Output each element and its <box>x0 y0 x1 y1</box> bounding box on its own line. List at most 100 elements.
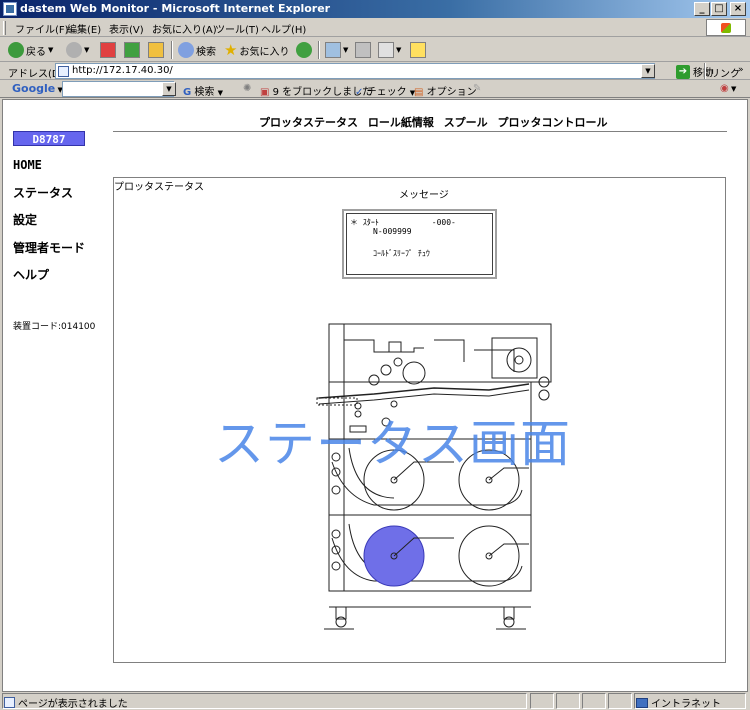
page-content: D8787 プロッタステータス ロール紙情報 スプール プロッタコントロール H… <box>2 99 748 692</box>
plotter-diagram <box>316 323 552 630</box>
message-box: ＊ ｽﾀｰﾄ -000- N-009999 ｺｰﾙﾄﾞｽﾘｰﾌﾟ ﾁｭｳ <box>342 209 497 279</box>
sidenav-settings[interactable]: 設定 <box>13 211 37 228</box>
refresh-button[interactable] <box>124 41 140 59</box>
print-button[interactable] <box>355 41 371 59</box>
go-arrow-icon: ➔ <box>676 64 690 79</box>
security-zone: イントラネット <box>636 695 721 710</box>
standard-toolbar: 戻る ▼ ▼ 検索 ★ お気に入り ▼ ▼ <box>0 38 750 62</box>
google-search-label: 検索 <box>194 87 215 98</box>
status-cell <box>608 693 632 709</box>
search-icon <box>178 42 194 58</box>
title-bar: dastem Web Monitor - Microsoft Internet … <box>0 0 750 18</box>
go-button[interactable]: ➔ 移動 <box>676 64 713 79</box>
menu-file[interactable]: ファイル(F) <box>15 21 69 36</box>
window-title: dastem Web Monitor - Microsoft Internet … <box>20 2 331 15</box>
google-g-icon: G <box>183 87 192 98</box>
windows-logo-icon <box>706 19 746 36</box>
device-logo: D8787 <box>13 131 85 146</box>
address-input[interactable]: http://172.17.40.30/ <box>55 63 655 79</box>
nav-divider <box>113 131 727 132</box>
menu-tools[interactable]: ツール(T) <box>215 21 259 36</box>
nav-spool[interactable]: スプール <box>444 116 488 129</box>
home-icon <box>148 42 164 58</box>
intranet-icon <box>636 697 648 708</box>
back-button[interactable]: 戻る ▼ <box>8 41 53 59</box>
message-title: メッセージ <box>399 190 449 201</box>
forward-arrow-icon <box>66 42 82 58</box>
message-line: ｺｰﾙﾄﾞｽﾘｰﾌﾟ ﾁｭｳ <box>373 249 430 258</box>
toolbar-separator <box>704 63 706 79</box>
pagerank-icon[interactable]: ✺ <box>243 83 251 94</box>
edit-button[interactable]: ▼ <box>378 41 401 59</box>
roll-unit-2-outline <box>328 514 532 592</box>
sidenav-status[interactable]: ステータス <box>13 184 73 201</box>
menu-bar: ファイル(F) 編集(E) 表示(V) お気に入り(A) ツール(T) ヘルプ(… <box>0 18 750 37</box>
address-dropdown-icon[interactable]: ▼ <box>641 64 655 78</box>
edit-icon <box>378 42 394 58</box>
chevron-right-icon[interactable]: » <box>738 65 744 75</box>
stop-button[interactable] <box>100 41 116 59</box>
back-label: 戻る <box>26 46 46 58</box>
back-arrow-icon <box>8 42 24 58</box>
highlight-pen-icon[interactable]: ✎ <box>473 83 481 94</box>
sidenav-admin-mode[interactable]: 管理者モード <box>13 239 85 256</box>
note-icon <box>410 42 426 58</box>
home-button[interactable] <box>148 41 164 59</box>
status-cell <box>556 693 580 709</box>
menu-grip <box>3 21 6 35</box>
history-button[interactable] <box>296 41 312 59</box>
menu-edit[interactable]: 編集(E) <box>67 21 101 36</box>
search-button[interactable]: 検索 <box>178 41 216 59</box>
chevron-down-icon: ▼ <box>84 46 90 54</box>
google-search-dropdown-icon[interactable]: ▼ <box>162 82 176 96</box>
links-button[interactable]: リンク <box>710 65 740 80</box>
spellcheck-button[interactable]: ✓ チェック ▼ <box>355 83 415 98</box>
close-button[interactable]: × <box>730 2 746 16</box>
minimize-button[interactable]: _ <box>694 2 710 16</box>
chevron-down-icon: ▼ <box>343 46 349 54</box>
sidenav-help[interactable]: ヘルプ <box>13 266 49 283</box>
upper-unit-outline <box>328 323 552 383</box>
menu-favorites[interactable]: お気に入り(A) <box>152 21 217 36</box>
google-toolbar: Google ▼ ▼ G 検索 ▼ ✺ ▣ 9 をブロックしました ✓ チェック… <box>0 80 750 98</box>
sidenav-home[interactable]: HOME <box>13 158 42 172</box>
status-cell <box>582 693 606 709</box>
nav-roll-paper-info[interactable]: ロール紙情報 <box>368 116 434 129</box>
google-search-button[interactable]: G 検索 ▼ <box>183 83 223 98</box>
chevron-down-icon: ▼ <box>217 89 223 97</box>
status-bar: ページが表示されました イントラネット <box>0 692 750 710</box>
mail-button[interactable]: ▼ <box>325 41 348 59</box>
toolbar-separator <box>171 41 173 59</box>
google-logo-text: Google <box>12 82 56 95</box>
options-label: オプション <box>426 87 477 98</box>
ie-app-icon <box>3 2 17 16</box>
nav-plotter-control[interactable]: プロッタコントロール <box>498 116 608 129</box>
google-logo[interactable]: Google ▼ <box>12 82 63 95</box>
printer-icon <box>355 42 371 58</box>
maximize-button[interactable]: □ <box>711 2 727 16</box>
google-search-input[interactable] <box>62 81 174 97</box>
address-url: http://172.17.40.30/ <box>72 65 173 76</box>
forward-button[interactable]: ▼ <box>66 41 89 59</box>
favorites-button[interactable]: ★ お気に入り <box>224 41 289 59</box>
menu-view[interactable]: 表示(V) <box>109 21 144 36</box>
popup-block-icon: ▣ <box>260 87 270 98</box>
search-label: 検索 <box>196 46 216 58</box>
refresh-icon <box>124 42 140 58</box>
favorites-label: お気に入り <box>239 46 290 58</box>
spellcheck-icon: ✓ <box>355 87 364 98</box>
mail-icon <box>325 42 341 58</box>
status-cell <box>2 693 527 709</box>
plotter-status-panel: プロッタステータス メッセージ ＊ ｽﾀｰﾄ -000- N-009999 ｺｰ… <box>113 177 726 663</box>
zone-label: イントラネット <box>651 699 721 710</box>
top-navigation: プロッタステータス ロール紙情報 スプール プロッタコントロール <box>259 114 608 130</box>
panel-title: プロッタステータス <box>114 182 204 193</box>
notes-button[interactable] <box>410 41 426 59</box>
options-button[interactable]: ▤ オプション <box>414 83 477 98</box>
translate-icon[interactable]: ◉ ▼ <box>720 83 736 94</box>
spellcheck-label: チェック <box>366 87 407 98</box>
page-icon <box>58 66 69 77</box>
nav-plotter-status[interactable]: プロッタステータス <box>259 116 358 129</box>
history-icon <box>296 42 312 58</box>
menu-help[interactable]: ヘルプ(H) <box>261 21 306 36</box>
